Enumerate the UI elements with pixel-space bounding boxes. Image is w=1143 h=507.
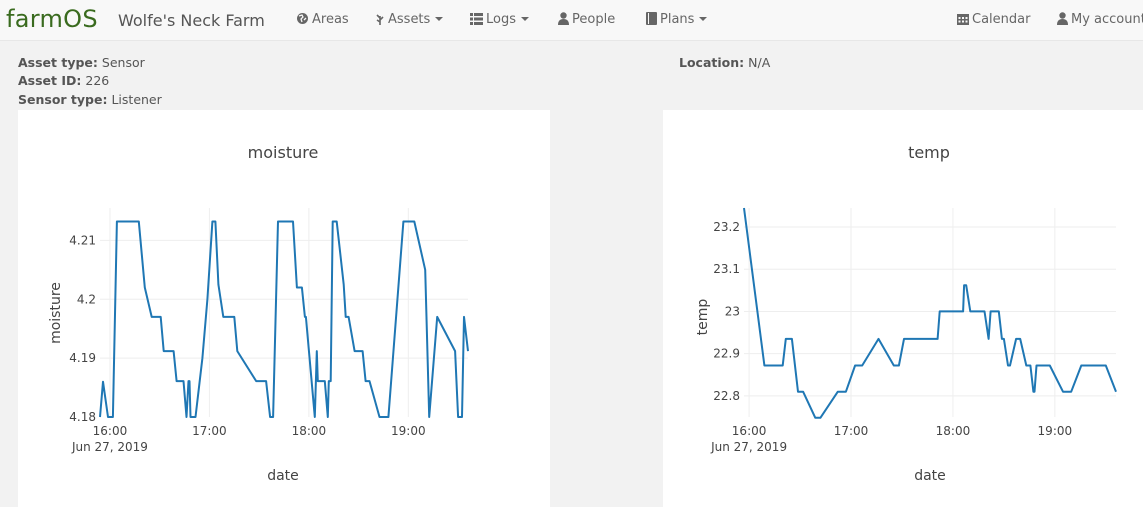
temp-y-axis-label: temp bbox=[695, 299, 711, 336]
user-icon bbox=[558, 12, 569, 25]
temp-chart-title: temp bbox=[908, 143, 950, 162]
user-icon bbox=[1057, 12, 1068, 25]
temp-x-axis-label: date bbox=[914, 468, 946, 484]
moisture-x-tick-label: 16:00 bbox=[93, 424, 128, 438]
leaf-icon bbox=[376, 14, 384, 25]
globe-icon bbox=[297, 13, 308, 24]
temp-x-tick-label: 18:00 bbox=[936, 424, 971, 438]
site-name[interactable]: Wolfe's Neck Farm bbox=[118, 11, 265, 30]
asset-id-value: 226 bbox=[85, 73, 110, 88]
asset-id-field: Asset ID: 226 bbox=[18, 73, 109, 88]
moisture-chart-panel: 16:00 17:00 18:00 19:00 4.18 4.19 4.2 4.21 Jun 2… bbox=[18, 110, 550, 507]
temp-x-tick-label: 16:00 bbox=[732, 424, 767, 438]
temp-y-tick-label: 23.1 bbox=[713, 262, 740, 276]
nav-logs[interactable]: Logs bbox=[470, 12, 529, 27]
sensor-type-field: Sensor type: Listener bbox=[18, 92, 162, 107]
nav-people-label: People bbox=[572, 12, 616, 27]
temp-series-line[interactable] bbox=[743, 207, 1117, 419]
moisture-x-tick-label: 19:00 bbox=[391, 424, 426, 438]
nav-calendar-label: Calendar bbox=[972, 12, 1031, 27]
list-icon bbox=[470, 13, 483, 25]
nav-logs-label: Logs bbox=[486, 12, 516, 27]
nav-plans-label: Plans bbox=[660, 12, 695, 27]
temp-x-tick-label: 19:00 bbox=[1038, 424, 1073, 438]
moisture-chart[interactable]: 16:00 17:00 18:00 19:00 4.18 4.19 4.2 4.21 Jun 2… bbox=[18, 110, 550, 507]
chevron-down-icon bbox=[435, 17, 444, 21]
moisture-chart-title: moisture bbox=[248, 143, 319, 162]
moisture-series-line[interactable] bbox=[99, 220, 469, 418]
asset-id-label: Asset ID: bbox=[18, 73, 82, 88]
moisture-y-tick-label: 4.21 bbox=[69, 233, 96, 247]
moisture-y-tick-label: 4.19 bbox=[69, 351, 96, 365]
nav-people[interactable]: People bbox=[558, 12, 615, 27]
moisture-x-tick-label: 18:00 bbox=[292, 424, 327, 438]
moisture-x-tick-label: 17:00 bbox=[192, 424, 227, 438]
nav-calendar[interactable]: Calendar bbox=[957, 12, 1030, 27]
temp-y-tick-label: 22.9 bbox=[713, 347, 740, 361]
nav-my-account-label: My account bbox=[1071, 12, 1143, 27]
nav-my-account[interactable]: My account bbox=[1057, 12, 1143, 27]
farmos-logo[interactable]: farmOS bbox=[6, 5, 98, 33]
nav-assets[interactable]: Assets bbox=[375, 12, 444, 27]
nav-plans[interactable]: Plans bbox=[646, 12, 708, 27]
nav-areas[interactable]: Areas bbox=[296, 12, 349, 27]
temp-date-label: Jun 27, 2019 bbox=[710, 440, 787, 454]
sensor-type-label: Sensor type: bbox=[18, 92, 108, 107]
nav-areas-label: Areas bbox=[312, 12, 349, 27]
book-icon bbox=[646, 12, 657, 25]
asset-type-label: Asset type: bbox=[18, 55, 98, 70]
calendar-icon bbox=[957, 14, 969, 25]
moisture-y-tick-label: 4.18 bbox=[69, 410, 96, 424]
location-label: Location: bbox=[679, 55, 745, 70]
temp-chart-panel: 16:00 17:00 18:00 19:00 22.8 22.9 23 23.1 23.2 Ju… bbox=[663, 110, 1143, 507]
nav-assets-label: Assets bbox=[388, 12, 431, 27]
temp-y-tick-label: 23.2 bbox=[713, 220, 740, 234]
moisture-y-tick-label: 4.2 bbox=[77, 292, 96, 306]
temp-chart[interactable]: 16:00 17:00 18:00 19:00 22.8 22.9 23 23.1 23.2 Ju… bbox=[663, 110, 1143, 507]
temp-x-tick-label: 17:00 bbox=[834, 424, 869, 438]
top-navbar: farmOS Wolfe's Neck Farm Areas Assets Lo… bbox=[0, 0, 1143, 41]
chevron-down-icon bbox=[521, 17, 529, 21]
sensor-type-value: Listener bbox=[111, 92, 162, 107]
chevron-down-icon bbox=[699, 17, 708, 21]
temp-y-tick-label: 22.8 bbox=[713, 389, 740, 403]
asset-type-value: Sensor bbox=[101, 55, 145, 70]
moisture-date-label: Jun 27, 2019 bbox=[71, 440, 148, 454]
location-field: Location: N/A bbox=[679, 55, 770, 70]
moisture-x-axis-label: date bbox=[267, 468, 299, 484]
temp-y-tick-label: 23 bbox=[725, 304, 740, 318]
asset-type-field: Asset type: Sensor bbox=[18, 55, 145, 70]
moisture-y-axis-label: moisture bbox=[48, 282, 64, 344]
location-value: N/A bbox=[748, 55, 771, 70]
